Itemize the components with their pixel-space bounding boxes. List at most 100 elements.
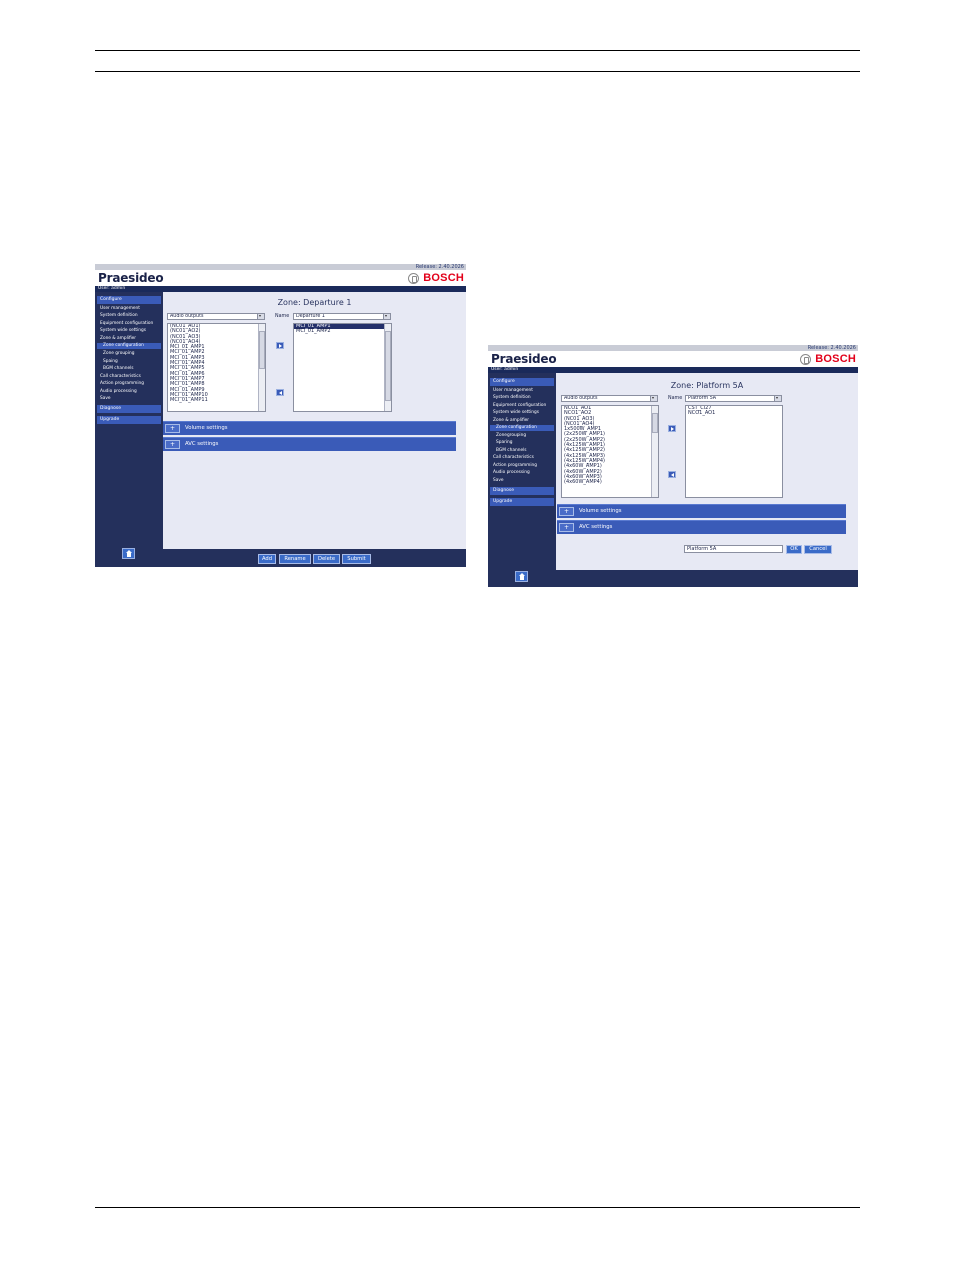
nav-action-programming[interactable]: Action programming — [493, 463, 537, 469]
nav-upgrade[interactable]: Upgrade — [97, 416, 161, 424]
chevron-down-icon[interactable] — [650, 396, 657, 401]
zone-members-list[interactable]: MCI_01_AMP1 MCI_01_AMP2 — [293, 323, 392, 412]
app-logo: Praesideo — [491, 352, 557, 366]
nav-call-characteristics[interactable]: Call characteristics — [493, 455, 534, 461]
source-type-select[interactable]: Audio outputs — [561, 395, 658, 402]
nav-zone-configuration[interactable]: Zone configuration — [490, 425, 554, 431]
bosch-logo: BOSCH — [408, 272, 464, 284]
available-outputs-list[interactable]: NCO1_AO1 NCO1_AO2 (NC01_AO3) (NC01_AO4) … — [561, 405, 659, 498]
nav-diagnose[interactable]: Diagnose — [97, 405, 161, 413]
source-type-value: Audio outputs — [564, 396, 598, 401]
list-scrollbar[interactable] — [258, 324, 265, 411]
expand-plus-icon[interactable]: + — [165, 440, 180, 449]
remove-from-zone-arrow-icon[interactable] — [668, 471, 676, 478]
sidebar: Configure User management System definit… — [95, 292, 163, 567]
list-item[interactable]: (4x60W_AMP4) — [562, 479, 658, 485]
volume-settings-section[interactable]: + Volume settings — [557, 504, 846, 518]
nav-save[interactable]: Save — [493, 478, 504, 484]
nav-call-characteristics[interactable]: Call characteristics — [100, 374, 141, 380]
zone-members-list[interactable]: CST_CI27 NCO1_AO1 — [685, 405, 783, 498]
list-item[interactable]: MCI_01_AMP11 — [168, 397, 265, 403]
bosch-armature-icon — [800, 353, 812, 365]
zone-title: Zone: Departure 1 — [277, 298, 352, 307]
submit-button[interactable]: Submit — [342, 554, 371, 564]
home-icon[interactable] — [122, 548, 135, 559]
zone-name-select[interactable]: Departure 1 — [293, 313, 391, 320]
bosch-armature-icon — [408, 272, 420, 284]
zone-title: Zone: Platform 5A — [670, 381, 744, 390]
list-scrollbar[interactable] — [651, 406, 658, 497]
nav-user-management[interactable]: User management — [493, 388, 533, 394]
bottom-toolbar: Add Rename Delete Submit — [163, 549, 466, 567]
nav-save[interactable]: Save — [100, 396, 111, 402]
scroll-thumb[interactable] — [259, 331, 265, 369]
sidebar: Configure User management System definit… — [488, 373, 556, 587]
delete-button[interactable]: Delete — [313, 554, 340, 564]
nav-zone-amplifier[interactable]: Zone & amplifier — [100, 336, 136, 342]
list-item[interactable]: NCO1_AO1 — [686, 410, 782, 416]
zone-name-value: Platform 5A — [688, 396, 717, 401]
name-label: Name — [668, 396, 683, 401]
name-label: Name — [275, 314, 290, 319]
nav-audio-processing[interactable]: Audio processing — [100, 389, 137, 395]
chevron-down-icon[interactable] — [383, 314, 390, 319]
source-type-select[interactable]: Audio outputs — [167, 313, 265, 320]
avc-settings-section[interactable]: + AVC settings — [557, 520, 846, 534]
section-title: AVC settings — [185, 441, 219, 447]
zone-name-select[interactable]: Platform 5A — [685, 395, 782, 402]
nav-user-management[interactable]: User management — [100, 306, 140, 312]
nav-audio-processing[interactable]: Audio processing — [493, 470, 530, 476]
volume-settings-section[interactable]: + Volume settings — [163, 421, 456, 435]
rename-button[interactable]: Rename — [279, 554, 311, 564]
header-rule-bottom — [95, 71, 860, 72]
chevron-down-icon[interactable] — [774, 396, 781, 401]
add-to-zone-arrow-icon[interactable] — [668, 425, 676, 432]
nav-zone-grouping[interactable]: Zonegrouping — [496, 433, 526, 439]
section-title: Volume settings — [185, 425, 228, 431]
scroll-thumb[interactable] — [652, 413, 658, 433]
cancel-button[interactable]: Cancel — [804, 545, 832, 554]
nav-system-wide-settings[interactable]: System wide settings — [100, 328, 146, 334]
list-item[interactable]: MCI_01_AMP2 — [294, 328, 391, 334]
screenshot-zone-departure: Release: 2.40.2026 Praesideo BOSCH User:… — [95, 264, 466, 567]
nav-system-definition[interactable]: System definition — [493, 395, 531, 401]
chevron-down-icon[interactable] — [257, 314, 264, 319]
nav-diagnose[interactable]: Diagnose — [490, 487, 554, 495]
section-title: AVC settings — [579, 524, 613, 530]
zone-name-value: Departure 1 — [296, 314, 325, 319]
nav-configure[interactable]: Configure — [97, 296, 161, 304]
available-outputs-list[interactable]: (NC01_AO1) (NC01_AO2) (NC01_AO3) (NC01_A… — [167, 323, 266, 412]
rename-input[interactable]: Platform 5A — [684, 545, 783, 553]
screenshot-zone-platform: Release: 2.40.2026 Praesideo BOSCH User:… — [488, 345, 858, 587]
nav-sparing[interactable]: Sparing — [496, 440, 513, 446]
nav-configure[interactable]: Configure — [490, 378, 554, 386]
expand-plus-icon[interactable]: + — [559, 523, 574, 532]
nav-zone-grouping[interactable]: Zone grouping — [103, 351, 134, 357]
nav-system-wide-settings[interactable]: System wide settings — [493, 410, 539, 416]
nav-zone-amplifier[interactable]: Zone & amplifier — [493, 418, 529, 424]
bottom-toolbar — [556, 570, 858, 587]
scroll-thumb[interactable] — [385, 331, 391, 401]
list-scrollbar[interactable] — [384, 324, 391, 411]
bosch-wordmark: BOSCH — [423, 272, 464, 284]
nav-upgrade[interactable]: Upgrade — [490, 498, 554, 506]
add-button[interactable]: Add — [258, 554, 276, 564]
nav-action-programming[interactable]: Action programming — [100, 381, 144, 387]
remove-from-zone-arrow-icon[interactable] — [276, 389, 284, 396]
nav-system-definition[interactable]: System definition — [100, 313, 138, 319]
bosch-logo: BOSCH — [800, 353, 856, 365]
nav-zone-configuration[interactable]: Zone configuration — [97, 343, 161, 349]
avc-settings-section[interactable]: + AVC settings — [163, 437, 456, 451]
brand-bar: Praesideo BOSCH — [95, 270, 466, 286]
expand-plus-icon[interactable]: + — [165, 424, 180, 433]
footer-rule — [95, 1207, 860, 1208]
nav-bgm-channels[interactable]: BGM channels — [496, 448, 527, 454]
nav-bgm-channels[interactable]: BGM channels — [103, 366, 134, 372]
nav-equipment-configuration[interactable]: Equipment configuration — [100, 321, 153, 327]
expand-plus-icon[interactable]: + — [559, 507, 574, 516]
nav-sparing[interactable]: Spaing — [103, 359, 118, 365]
nav-equipment-configuration[interactable]: Equipment configuration — [493, 403, 546, 409]
ok-button[interactable]: OK — [786, 545, 802, 554]
add-to-zone-arrow-icon[interactable] — [276, 342, 284, 349]
home-icon[interactable] — [515, 571, 528, 582]
